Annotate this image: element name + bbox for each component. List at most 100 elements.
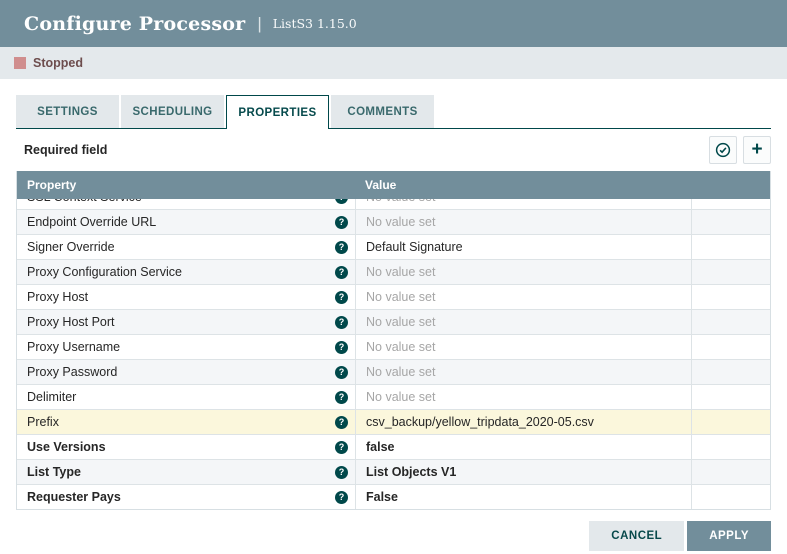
- check-circle-icon: [715, 142, 731, 158]
- question-circle-icon[interactable]: ?: [335, 416, 348, 429]
- verify-properties-button[interactable]: [709, 136, 737, 164]
- question-circle-icon[interactable]: ?: [335, 266, 348, 279]
- property-value-cell[interactable]: false: [355, 435, 691, 459]
- question-circle-icon[interactable]: ?: [335, 291, 348, 304]
- property-name-cell: Use Versions?: [17, 435, 355, 459]
- table-row: List Type?List Objects V1: [17, 459, 770, 484]
- table-row: Proxy Host Port?No value set: [17, 309, 770, 334]
- property-name-cell: SSL Context Service?: [17, 199, 355, 209]
- status-label: Stopped: [33, 56, 83, 70]
- table-row: Proxy Password?No value set: [17, 359, 770, 384]
- add-property-button[interactable]: +: [743, 136, 771, 164]
- property-name-cell: Proxy Configuration Service?: [17, 260, 355, 284]
- property-name-cell: List Type?: [17, 460, 355, 484]
- property-name: List Type: [27, 465, 335, 479]
- row-extra-cell: [691, 199, 770, 209]
- question-circle-icon[interactable]: ?: [335, 491, 348, 504]
- question-circle-icon[interactable]: ?: [335, 441, 348, 454]
- dialog-header: Configure Processor | ListS3 1.15.0: [0, 0, 787, 47]
- question-circle-icon[interactable]: ?: [335, 199, 348, 204]
- column-header-value: Value: [355, 178, 691, 192]
- property-value-cell[interactable]: False: [355, 485, 691, 509]
- row-extra-cell: [691, 235, 770, 259]
- property-value-cell[interactable]: No value set: [355, 385, 691, 409]
- property-name-cell: Signer Override?: [17, 235, 355, 259]
- required-field-label: Required field: [24, 143, 107, 157]
- processor-type-version: ListS3 1.15.0: [273, 16, 357, 31]
- table-header: Property Value: [17, 171, 770, 199]
- row-extra-cell: [691, 210, 770, 234]
- property-value-cell[interactable]: No value set: [355, 335, 691, 359]
- property-name: Requester Pays: [27, 490, 335, 504]
- row-extra-cell: [691, 485, 770, 509]
- property-value-cell[interactable]: List Objects V1: [355, 460, 691, 484]
- question-circle-icon[interactable]: ?: [335, 466, 348, 479]
- dialog-footer: CANCEL APPLY: [589, 521, 771, 551]
- row-extra-cell: [691, 335, 770, 359]
- table-row: Endpoint Override URL?No value set: [17, 209, 770, 234]
- question-circle-icon[interactable]: ?: [335, 391, 348, 404]
- property-name: Signer Override: [27, 240, 335, 254]
- question-circle-icon[interactable]: ?: [335, 216, 348, 229]
- question-circle-icon[interactable]: ?: [335, 241, 348, 254]
- property-name-cell: Proxy Password?: [17, 360, 355, 384]
- title-separator: |: [257, 14, 261, 34]
- cancel-button[interactable]: CANCEL: [589, 521, 684, 551]
- properties-table: Property Value SSL Context Service?No va…: [16, 171, 771, 510]
- property-name-cell: Prefix?: [17, 410, 355, 434]
- tab-bar: SETTINGS SCHEDULING PROPERTIES COMMENTS: [16, 95, 771, 129]
- property-name: Proxy Username: [27, 340, 335, 354]
- row-extra-cell: [691, 310, 770, 334]
- tab-properties[interactable]: PROPERTIES: [226, 95, 329, 129]
- row-extra-cell: [691, 460, 770, 484]
- table-row: Use Versions?false: [17, 434, 770, 459]
- row-extra-cell: [691, 435, 770, 459]
- row-extra-cell: [691, 410, 770, 434]
- dialog-title: Configure Processor: [24, 13, 245, 35]
- apply-button[interactable]: APPLY: [687, 521, 771, 551]
- property-name: Proxy Configuration Service: [27, 265, 335, 279]
- property-name: Proxy Password: [27, 365, 335, 379]
- property-name-cell: Proxy Username?: [17, 335, 355, 359]
- property-value-cell[interactable]: csv_backup/yellow_tripdata_2020-05.csv: [355, 410, 691, 434]
- property-name: SSL Context Service: [27, 199, 335, 204]
- property-value-cell[interactable]: No value set: [355, 260, 691, 284]
- row-extra-cell: [691, 385, 770, 409]
- property-value-cell[interactable]: No value set: [355, 285, 691, 309]
- property-value-cell[interactable]: Default Signature: [355, 235, 691, 259]
- row-extra-cell: [691, 360, 770, 384]
- property-name-cell: Requester Pays?: [17, 485, 355, 509]
- stopped-status-icon: [14, 57, 26, 69]
- tab-settings[interactable]: SETTINGS: [16, 95, 119, 128]
- property-value-cell[interactable]: No value set: [355, 310, 691, 334]
- table-row: Proxy Username?No value set: [17, 334, 770, 359]
- property-name: Prefix: [27, 415, 335, 429]
- tab-comments[interactable]: COMMENTS: [331, 95, 434, 128]
- table-row: Delimiter?No value set: [17, 384, 770, 409]
- property-name-cell: Endpoint Override URL?: [17, 210, 355, 234]
- table-row: Prefix?csv_backup/yellow_tripdata_2020-0…: [17, 409, 770, 434]
- property-value-cell[interactable]: No value set: [355, 210, 691, 234]
- table-row: Requester Pays?False: [17, 484, 770, 509]
- property-name-cell: Delimiter?: [17, 385, 355, 409]
- table-row: Proxy Host?No value set: [17, 284, 770, 309]
- property-name: Proxy Host Port: [27, 315, 335, 329]
- property-name-cell: Proxy Host?: [17, 285, 355, 309]
- property-value-cell[interactable]: No value set: [355, 360, 691, 384]
- property-name: Delimiter: [27, 390, 335, 404]
- property-name-cell: Proxy Host Port?: [17, 310, 355, 334]
- property-value-cell[interactable]: No value set: [355, 199, 691, 209]
- column-header-property: Property: [17, 178, 355, 192]
- table-row: SSL Context Service?No value set: [17, 199, 770, 209]
- table-row: Proxy Configuration Service?No value set: [17, 259, 770, 284]
- question-circle-icon[interactable]: ?: [335, 366, 348, 379]
- question-circle-icon[interactable]: ?: [335, 316, 348, 329]
- property-name: Endpoint Override URL: [27, 215, 335, 229]
- question-circle-icon[interactable]: ?: [335, 341, 348, 354]
- property-name: Use Versions: [27, 440, 335, 454]
- row-extra-cell: [691, 285, 770, 309]
- table-row: Signer Override?Default Signature: [17, 234, 770, 259]
- property-name: Proxy Host: [27, 290, 335, 304]
- plus-icon: +: [751, 140, 762, 159]
- tab-scheduling[interactable]: SCHEDULING: [121, 95, 224, 128]
